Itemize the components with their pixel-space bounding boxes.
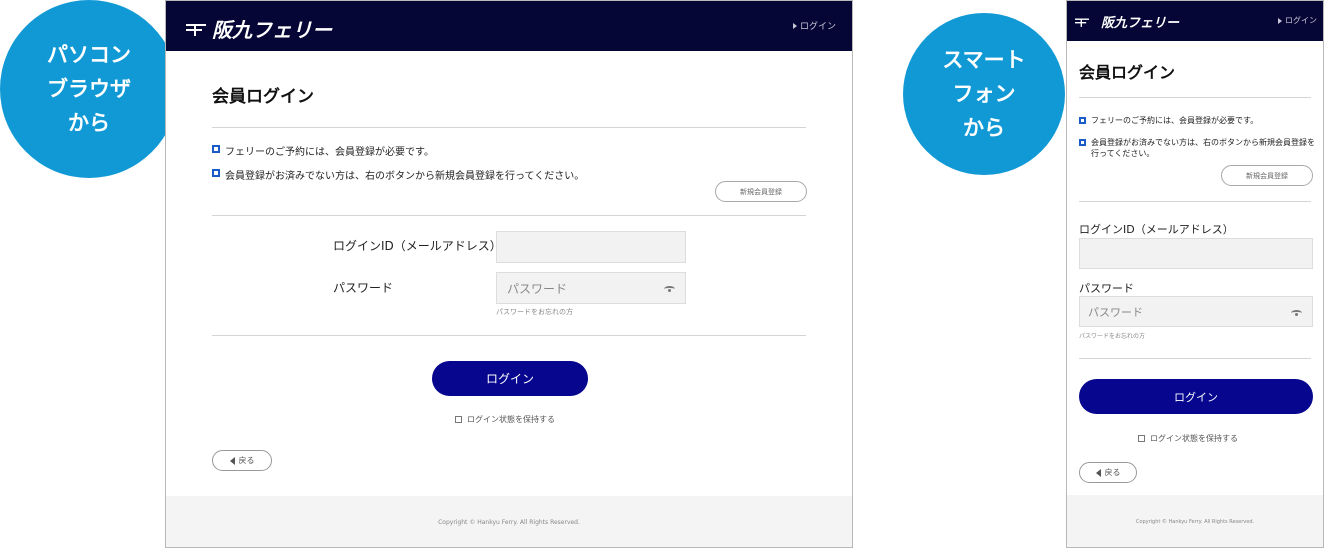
password-placeholder: パスワード	[1088, 305, 1143, 319]
back-button[interactable]: 戻る	[1079, 462, 1137, 483]
badge-line: フォン	[952, 82, 1016, 106]
register-button-label: 新規会員登録	[1246, 171, 1288, 180]
notice-text: 会員登録がお済みでない方は、右のボタンから新規会員登録を行ってください。	[1091, 138, 1315, 158]
copyright-text: Copyright © Hankyu Ferry. All Rights Res…	[1135, 519, 1255, 525]
divider	[1079, 201, 1311, 202]
notice-item: 会員登録がお済みでない方は、右のボタンから新規会員登録を行ってください。	[1079, 137, 1315, 159]
bullet-square-icon	[1079, 139, 1086, 146]
checkbox-icon	[455, 416, 462, 423]
hankyu-ferry-mark-icon	[1075, 17, 1089, 27]
site-logo[interactable]: 阪九フェリー	[186, 14, 332, 43]
badge-line: ブラウザ	[47, 77, 131, 101]
register-button-label: 新規会員登録	[740, 187, 782, 196]
login-button[interactable]: ログイン	[432, 361, 588, 396]
page-title: 会員ログイン	[1079, 63, 1176, 82]
password-input[interactable]: パスワード	[496, 272, 686, 304]
logo-text: 阪九フェリー	[212, 18, 332, 42]
password-input[interactable]: パスワード	[1079, 296, 1313, 327]
back-button-label: 戻る	[238, 456, 255, 465]
logo-text: 阪九フェリー	[1101, 16, 1180, 31]
notice-item: フェリーのご予約には、会員登録が必要です。	[212, 143, 434, 158]
back-button-label: 戻る	[1104, 468, 1121, 477]
hankyu-ferry-mark-icon	[186, 22, 206, 36]
divider	[212, 335, 806, 336]
site-footer: Copyright © Hankyu Ferry. All Rights Res…	[166, 496, 852, 547]
triangle-right-icon	[792, 22, 797, 29]
login-id-input[interactable]	[496, 231, 686, 263]
header-login-link[interactable]: ログイン	[1278, 15, 1317, 26]
show-password-eye-icon[interactable]	[664, 286, 675, 292]
triangle-left-icon	[229, 456, 235, 465]
copyright-text: Copyright © Hankyu Ferry. All Rights Res…	[438, 519, 580, 526]
divider	[212, 127, 806, 128]
keep-logged-in-label: ログイン状態を保持する	[1150, 434, 1238, 443]
header-login-label: ログイン	[799, 22, 836, 32]
site-header: 阪九フェリー ログイン	[1067, 1, 1323, 41]
header-login-link[interactable]: ログイン	[792, 19, 836, 32]
pc-login-screen: 阪九フェリー ログイン 会員ログイン フェリーのご予約には、会員登録が必要です。…	[165, 0, 853, 548]
bullet-square-icon	[212, 169, 220, 177]
header-login-label: ログイン	[1285, 16, 1317, 25]
pc-browser-badge: パソコン ブラウザ から	[0, 0, 178, 178]
notice-item: 会員登録がお済みでない方は、右のボタンから新規会員登録を行ってください。	[212, 167, 584, 182]
login-id-input[interactable]	[1079, 238, 1313, 269]
login-button[interactable]: ログイン	[1079, 379, 1313, 414]
password-label: パスワード	[1079, 282, 1134, 295]
triangle-right-icon	[1278, 17, 1282, 24]
back-button[interactable]: 戻る	[212, 450, 272, 471]
login-id-label: ログインID（メールアドレス）	[333, 239, 502, 253]
password-label: パスワード	[333, 281, 394, 295]
login-button-label: ログイン	[1174, 390, 1218, 404]
notice-text: フェリーのご予約には、会員登録が必要です。	[1091, 116, 1259, 125]
site-footer: Copyright © Hankyu Ferry. All Rights Res…	[1067, 495, 1323, 547]
bullet-square-icon	[1079, 117, 1086, 124]
badge-line: から	[963, 116, 1005, 140]
register-button[interactable]: 新規会員登録	[1221, 165, 1313, 186]
keep-logged-in-checkbox[interactable]: ログイン状態を保持する	[455, 414, 555, 425]
checkbox-icon	[1138, 435, 1145, 442]
notice-item: フェリーのご予約には、会員登録が必要です。	[1079, 115, 1315, 126]
register-button[interactable]: 新規会員登録	[715, 181, 807, 202]
keep-logged-in-checkbox[interactable]: ログイン状態を保持する	[1138, 433, 1238, 444]
triangle-left-icon	[1095, 468, 1101, 477]
smartphone-login-screen: 阪九フェリー ログイン 会員ログイン フェリーのご予約には、会員登録が必要です。…	[1066, 0, 1324, 548]
divider	[212, 215, 806, 216]
forgot-password-link[interactable]: パスワードをお忘れの方	[496, 307, 573, 317]
login-button-label: ログイン	[485, 372, 534, 386]
show-password-eye-icon[interactable]	[1291, 310, 1302, 316]
badge-line: から	[68, 111, 110, 135]
smartphone-badge: スマート フォン から	[903, 13, 1065, 175]
bullet-square-icon	[212, 145, 220, 153]
divider	[1079, 358, 1311, 359]
site-header: 阪九フェリー ログイン	[166, 1, 852, 51]
notice-text: 会員登録がお済みでない方は、右のボタンから新規会員登録を行ってください。	[225, 171, 585, 182]
divider	[1079, 97, 1311, 98]
notice-text: フェリーのご予約には、会員登録が必要です。	[225, 147, 434, 158]
site-logo[interactable]: 阪九フェリー	[1075, 12, 1179, 31]
keep-logged-in-label: ログイン状態を保持する	[467, 415, 555, 424]
page-title: 会員ログイン	[212, 87, 314, 107]
badge-line: スマート	[942, 48, 1026, 72]
password-placeholder: パスワード	[507, 281, 568, 296]
badge-line: パソコン	[47, 43, 131, 67]
login-id-label: ログインID（メールアドレス）	[1079, 223, 1234, 236]
forgot-password-link[interactable]: パスワードをお忘れの方	[1079, 331, 1145, 340]
